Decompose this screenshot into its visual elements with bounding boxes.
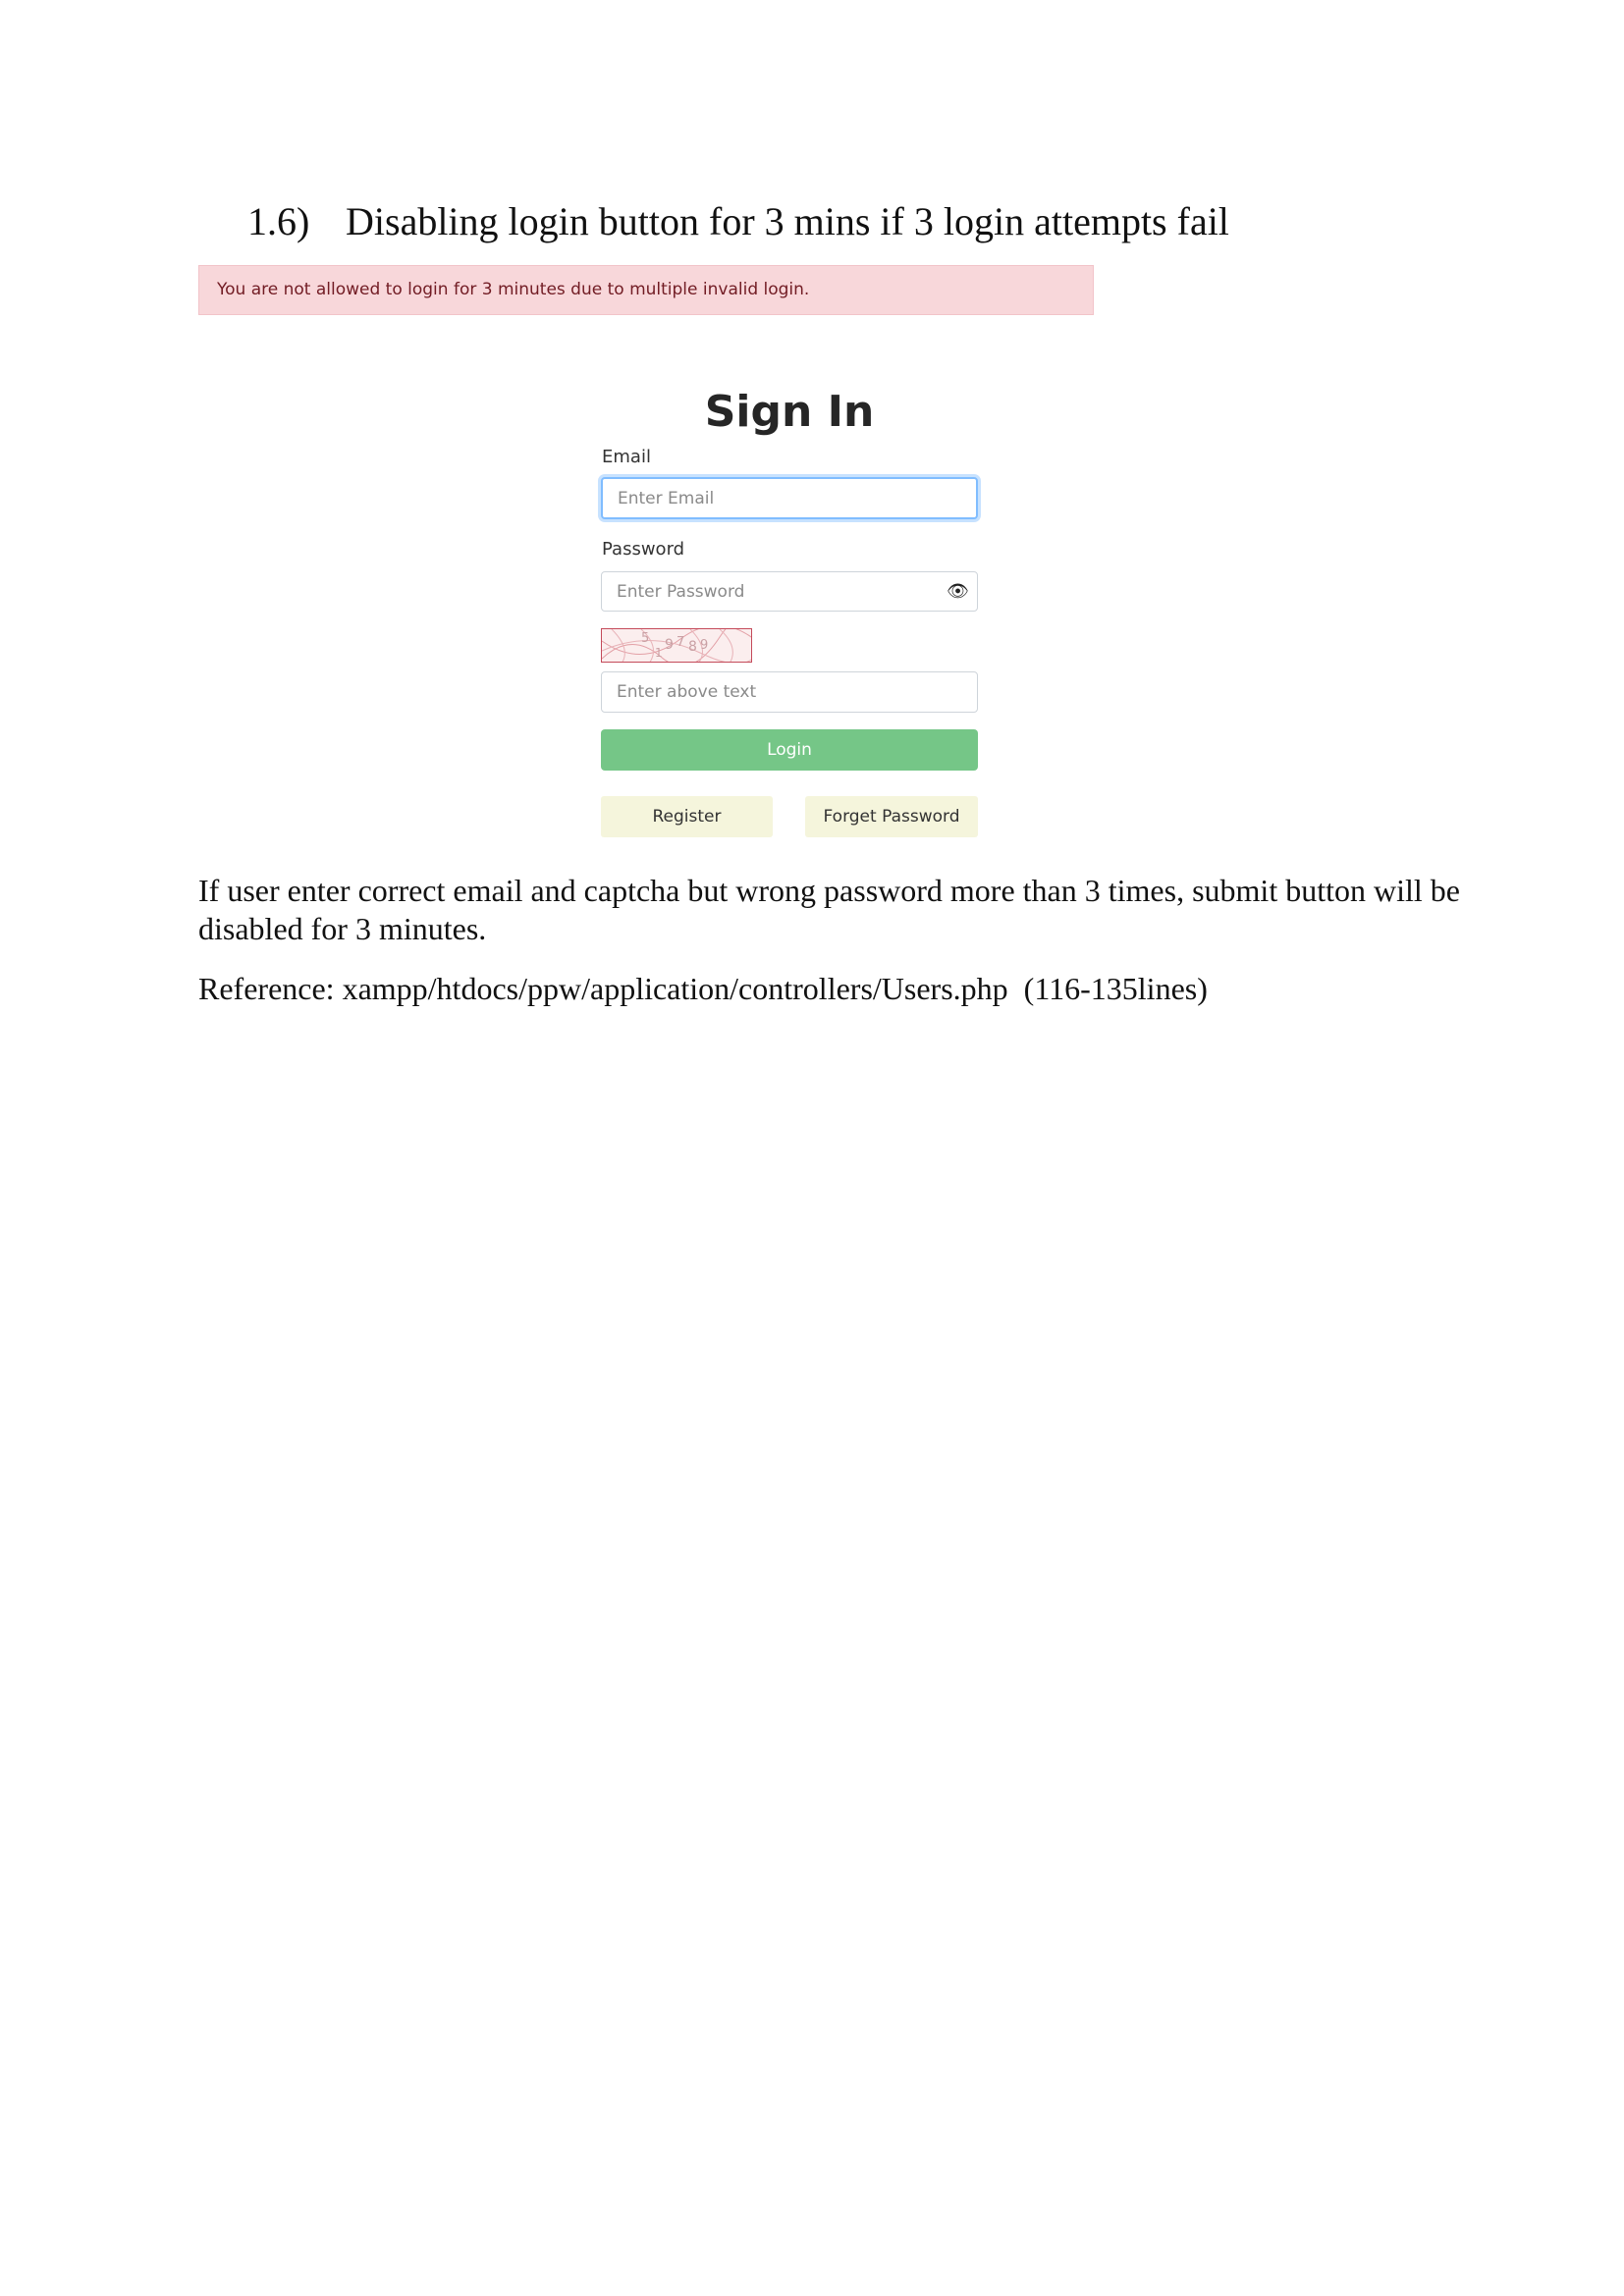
captcha-noise: 5 1 9 7 8 9	[602, 629, 751, 662]
section-heading: 1.6) Disabling login button for 3 mins if…	[247, 192, 1229, 251]
eye-icon[interactable]: 👁	[947, 582, 969, 601]
sign-in-title: Sign In	[704, 387, 875, 437]
svg-text:8: 8	[688, 639, 697, 655]
captcha-input[interactable]: Enter above text	[601, 671, 978, 713]
login-button[interactable]: Login	[601, 729, 978, 771]
reference-paragraph: Reference: xampp/htdocs/ppw/application/…	[198, 971, 1208, 1006]
email-field[interactable]: Enter Email	[601, 477, 978, 519]
register-button[interactable]: Register	[601, 796, 773, 837]
section-number: 1.6)	[247, 199, 310, 243]
forget-password-button[interactable]: Forget Password	[805, 796, 978, 837]
captcha-image: 5 1 9 7 8 9	[601, 628, 752, 663]
error-alert: You are not allowed to login for 3 minut…	[198, 265, 1094, 315]
password-placeholder: Enter Password	[617, 581, 745, 602]
svg-text:5: 5	[641, 631, 649, 646]
svg-text:7: 7	[677, 635, 684, 650]
svg-text:1: 1	[655, 646, 663, 660]
description-paragraph: If user enter correct email and captcha …	[198, 873, 1460, 946]
email-label: Email	[602, 447, 651, 467]
password-field[interactable]: Enter Password 👁	[601, 571, 978, 612]
email-placeholder: Enter Email	[618, 488, 715, 508]
captcha-placeholder: Enter above text	[617, 682, 757, 702]
svg-text:9: 9	[665, 637, 674, 653]
svg-text:9: 9	[700, 638, 708, 653]
password-label: Password	[602, 539, 685, 560]
section-title: Disabling login button for 3 mins if 3 l…	[346, 199, 1229, 243]
